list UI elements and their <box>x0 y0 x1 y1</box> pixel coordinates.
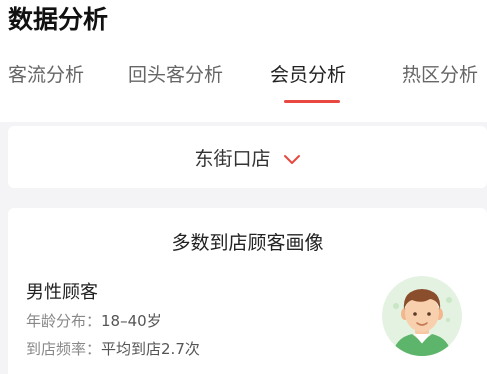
male-customer-avatar-icon <box>382 276 462 356</box>
segment-name: 男性顾客 <box>26 282 98 303</box>
age-label: 年龄分布： <box>26 312 102 330</box>
tab-passenger-flow[interactable]: 客流分析 <box>8 62 84 88</box>
tab-member-analysis[interactable]: 会员分析 <box>270 62 346 88</box>
tab-bar: 客流分析 回头客分析 会员分析 热区分析 <box>0 56 487 106</box>
chevron-down-icon <box>283 151 301 164</box>
tab-returning-customers[interactable]: 回头客分析 <box>128 62 223 88</box>
age-distribution: 年龄分布：18–40岁 <box>26 310 162 331</box>
customer-profile-card: 多数到店顾客画像 男性顾客 年龄分布：18–40岁 到店频率：平均到店2.7次 <box>8 208 487 374</box>
active-tab-indicator <box>284 100 340 103</box>
profile-title: 多数到店顾客画像 <box>171 232 324 254</box>
tab-hot-zone[interactable]: 热区分析 <box>402 62 478 88</box>
frequency-label: 到店频率： <box>26 340 102 358</box>
page-title: 数据分析 <box>8 5 109 34</box>
age-value: 18–40岁 <box>101 312 162 330</box>
frequency-value: 平均到店2.7次 <box>101 340 200 358</box>
store-name: 东街口店 <box>194 147 271 170</box>
store-selector[interactable]: 东街口店 <box>8 126 487 188</box>
header-area: 数据分析 客流分析 回头客分析 会员分析 热区分析 <box>0 0 487 122</box>
visit-frequency: 到店频率：平均到店2.7次 <box>26 338 200 359</box>
